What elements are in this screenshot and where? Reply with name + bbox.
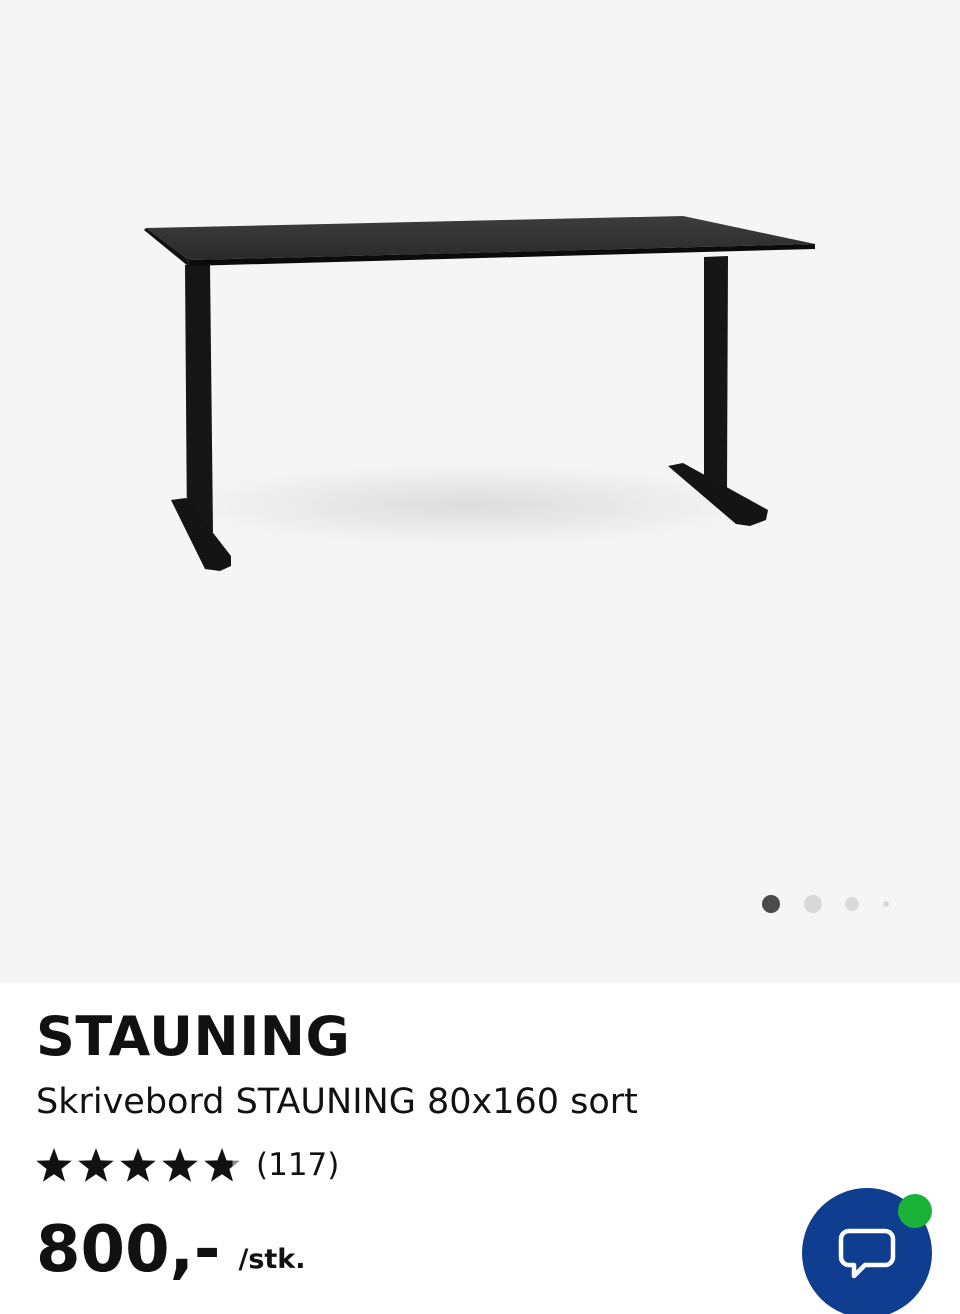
price-amount: 800,- (36, 1213, 221, 1287)
star-icon-4 (162, 1148, 198, 1182)
gallery-dot-1[interactable] (762, 895, 780, 913)
online-status-indicator (898, 1194, 932, 1228)
star-icon-3 (120, 1148, 156, 1182)
product-page: STAUNING Skrivebord STAUNING 80x160 sort… (0, 0, 960, 1314)
product-image-gallery[interactable] (0, 0, 960, 983)
star-icon-2 (78, 1148, 114, 1182)
chat-button[interactable] (802, 1188, 932, 1314)
product-rating[interactable]: (117) (36, 1143, 339, 1187)
rating-stars (36, 1148, 240, 1182)
star-icon-5 (204, 1148, 240, 1182)
product-price: 800,- /stk. (36, 1211, 306, 1289)
star-icon-1 (36, 1148, 72, 1182)
chat-bubble-icon (838, 1228, 896, 1279)
gallery-pagination (760, 893, 900, 915)
product-name: STAUNING (36, 1005, 351, 1068)
product-description: Skrivebord STAUNING 80x160 sort (36, 1082, 638, 1122)
gallery-dot-2[interactable] (804, 895, 822, 913)
desk-image (144, 216, 815, 571)
review-count[interactable]: (117) (256, 1147, 339, 1183)
price-unit: /stk. (238, 1244, 306, 1275)
gallery-dot-3[interactable] (845, 897, 859, 911)
gallery-dot-4[interactable] (883, 901, 889, 907)
